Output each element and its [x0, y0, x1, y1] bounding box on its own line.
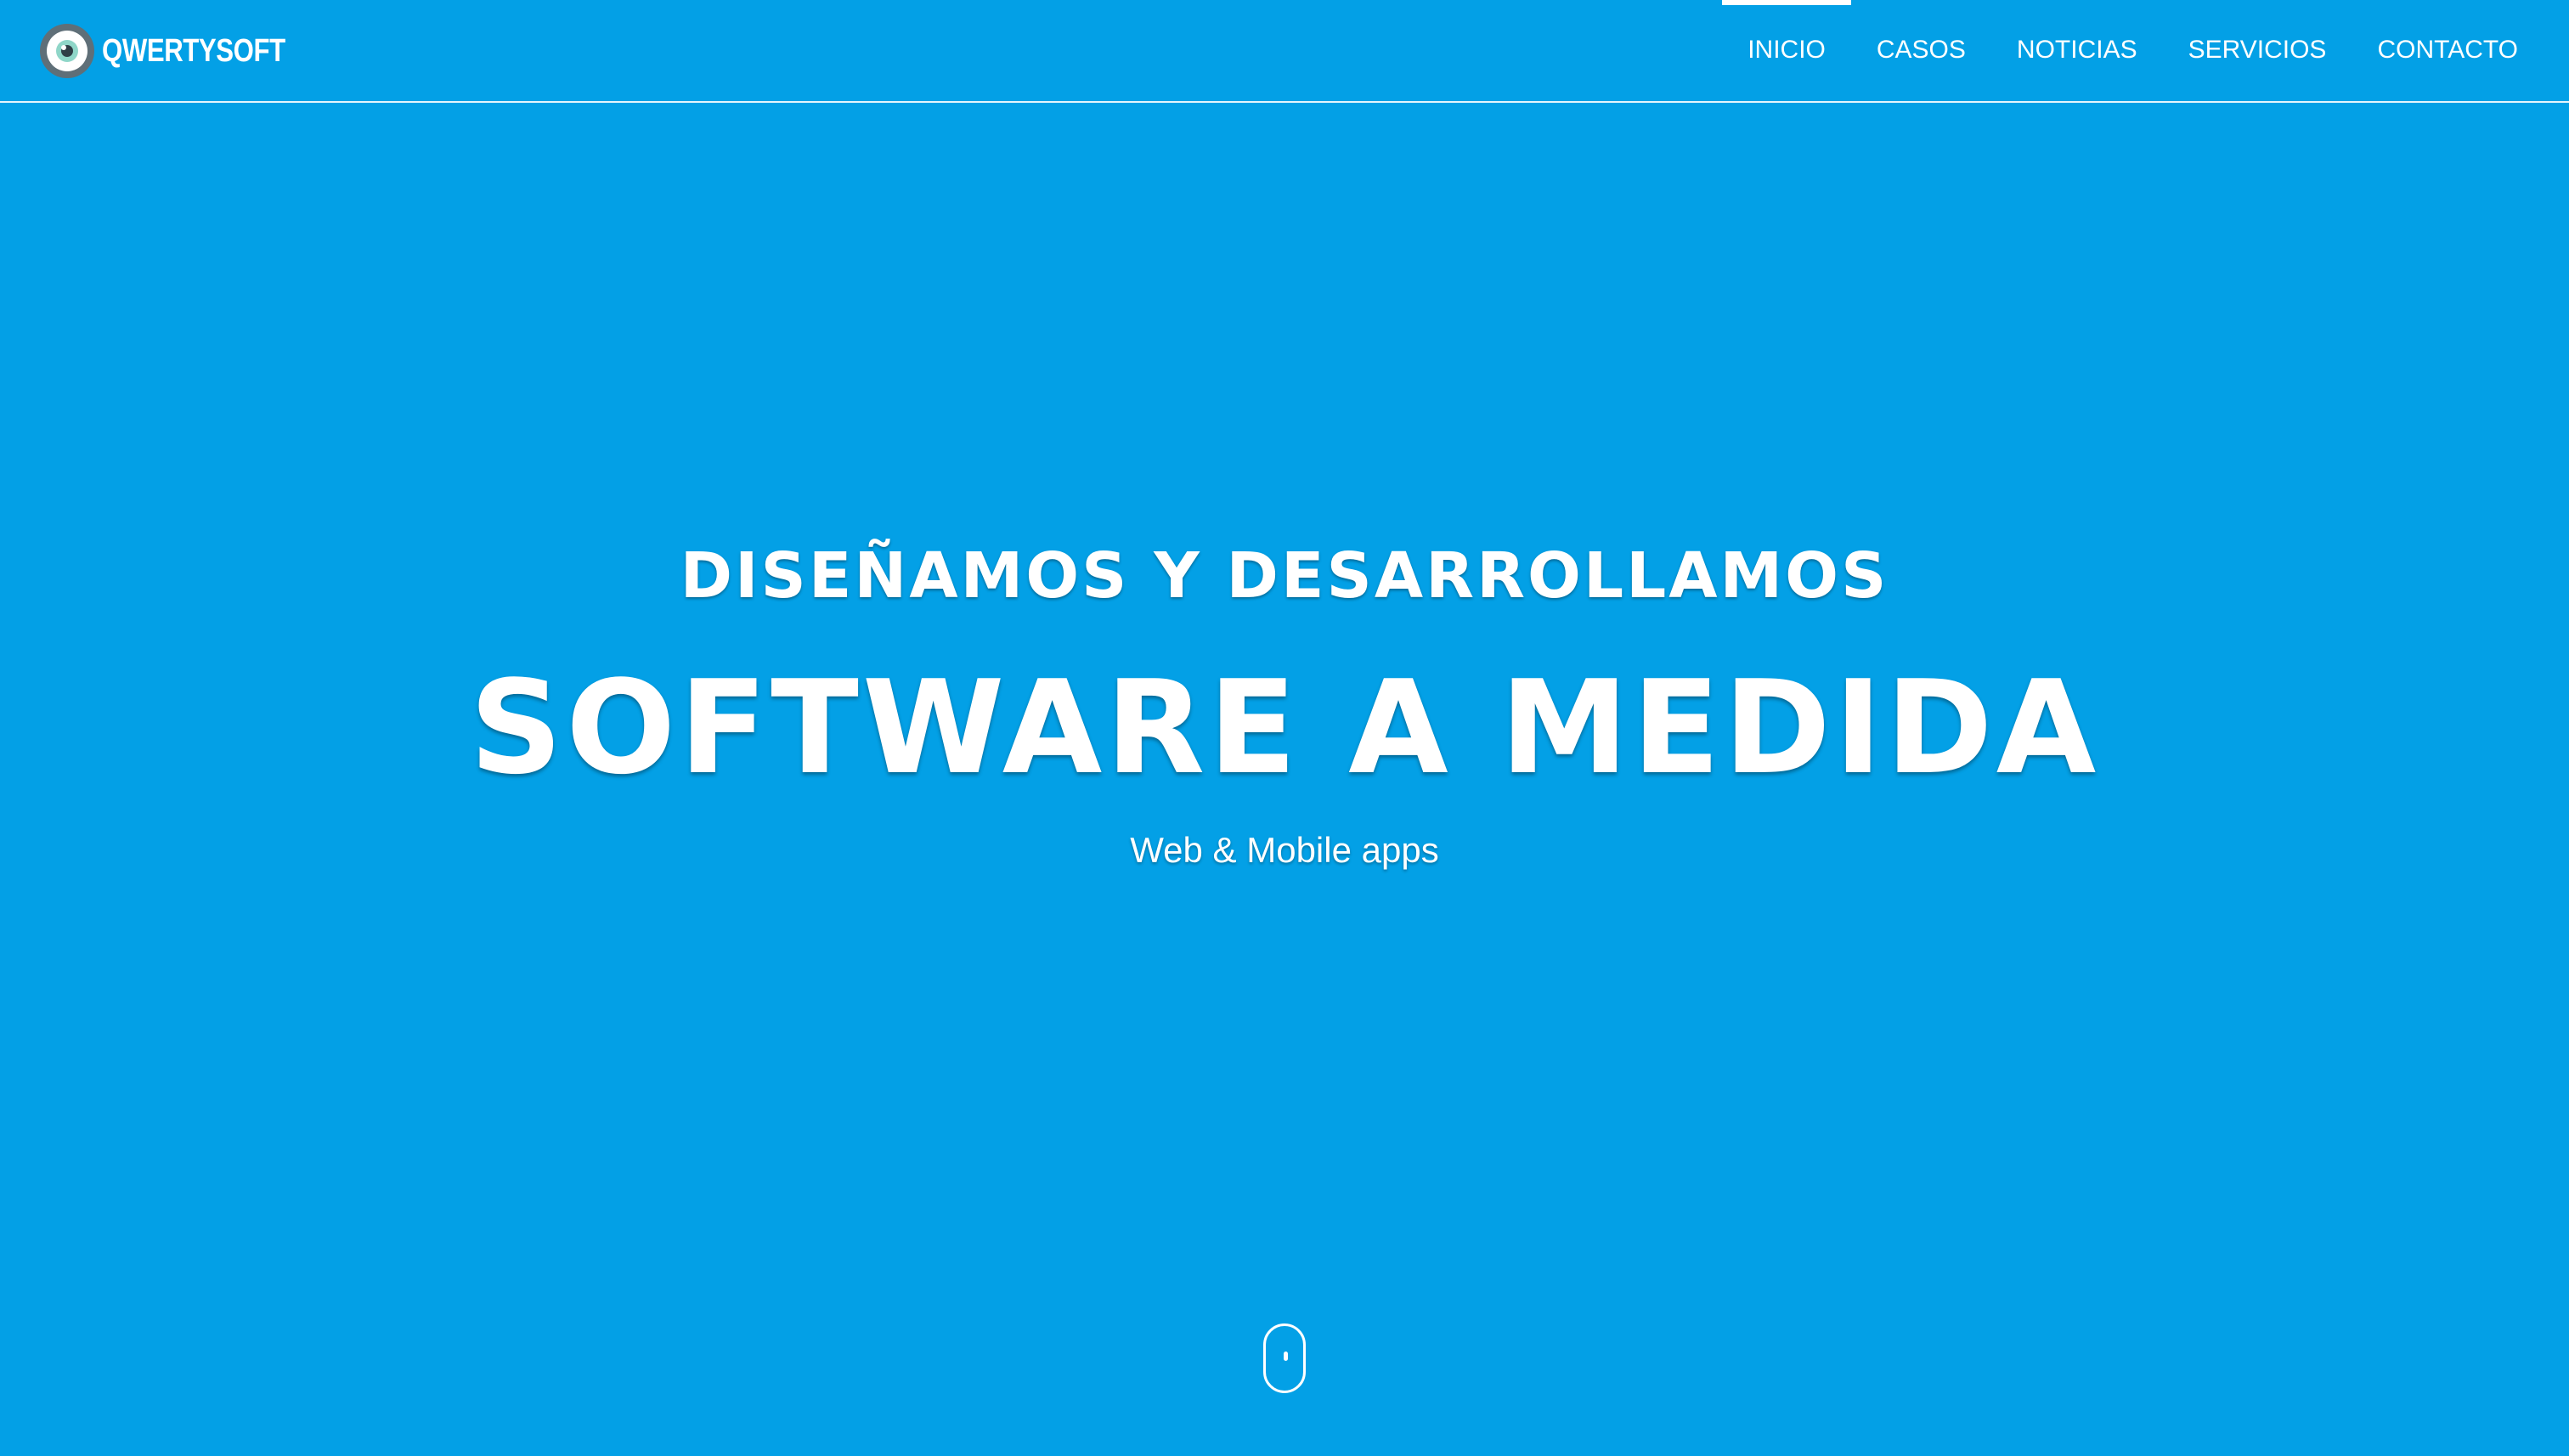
hero-kicker: DISEÑAMOS Y DESARROLLAMOS: [680, 539, 1889, 612]
mouse-scroll-icon[interactable]: [1263, 1323, 1306, 1393]
hero-subtitle: Web & Mobile apps: [1130, 830, 1439, 870]
nav-item-servicios[interactable]: SERVICIOS: [2163, 0, 2352, 101]
top-navbar: QWERTYSOFT INICIO CASOS NOTICIAS SERVICI…: [0, 0, 2569, 103]
brand-logo-link[interactable]: QWERTYSOFT: [39, 22, 325, 80]
mouse-wheel-indicator: [1284, 1352, 1288, 1361]
main-nav: INICIO CASOS NOTICIAS SERVICIOS CONTACTO: [1722, 0, 2544, 101]
hero-section: DISEÑAMOS Y DESARROLLAMOS SOFTWARE A MED…: [0, 103, 2569, 1456]
nav-item-casos[interactable]: CASOS: [1851, 0, 1991, 101]
nav-item-inicio[interactable]: INICIO: [1722, 0, 1851, 101]
hero-title: SOFTWARE A MEDIDA: [469, 652, 2100, 803]
nav-item-contacto[interactable]: CONTACTO: [2352, 0, 2544, 101]
eye-logo-icon: [40, 24, 94, 78]
brand-name: QWERTYSOFT: [102, 32, 285, 69]
nav-item-noticias[interactable]: NOTICIAS: [1991, 0, 2163, 101]
